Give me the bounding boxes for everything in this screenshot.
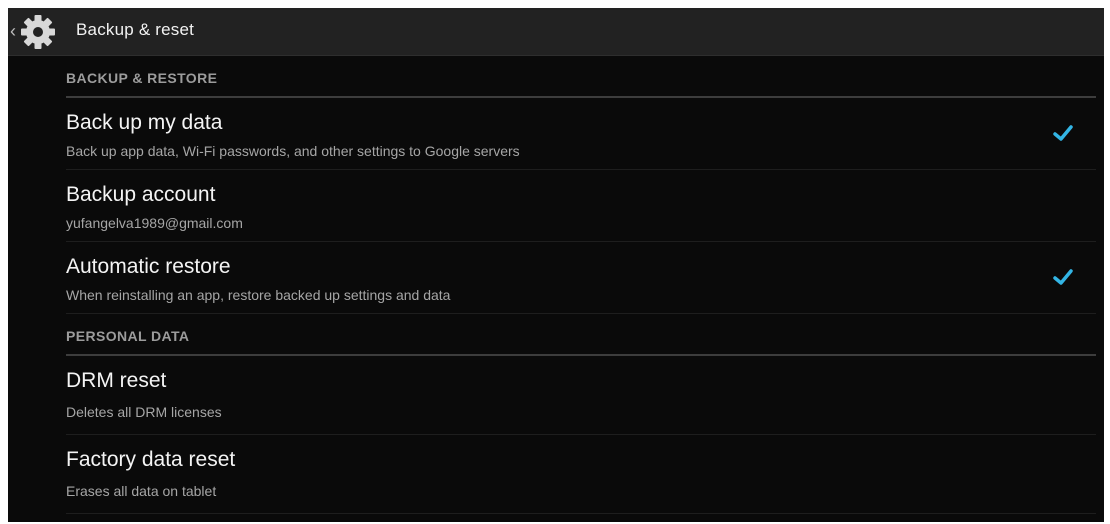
setting-summary: Deletes all DRM licenses <box>66 404 222 420</box>
section-header-backup-restore: BACKUP & RESTORE <box>66 56 1096 98</box>
settings-list: BACKUP & RESTORE Back up my data Back up… <box>66 56 1096 514</box>
setting-automatic-restore[interactable]: Automatic restore When reinstalling an a… <box>66 242 1096 314</box>
section-header-personal-data: PERSONAL DATA <box>66 314 1096 356</box>
checkmark-icon[interactable] <box>1052 266 1074 288</box>
setting-summary: Erases all data on tablet <box>66 483 217 499</box>
page-title: Backup & reset <box>76 20 195 39</box>
setting-summary: When reinstalling an app, restore backed… <box>66 287 451 303</box>
setting-title: Backup account <box>66 183 216 206</box>
setting-drm-reset[interactable]: DRM reset Deletes all DRM licenses <box>66 356 1096 435</box>
settings-screen: ‹ Backup & reset BACKUP & RESTORE Back u… <box>8 8 1104 522</box>
gear-icon[interactable] <box>18 14 58 50</box>
setting-backup-account[interactable]: Backup account yufangelva1989@gmail.com <box>66 170 1096 242</box>
section-header-label: BACKUP & RESTORE <box>66 70 218 86</box>
action-bar: ‹ Backup & reset <box>8 8 1104 56</box>
section-header-label: PERSONAL DATA <box>66 328 190 344</box>
setting-title: Automatic restore <box>66 255 231 278</box>
setting-title: Back up my data <box>66 111 223 134</box>
setting-title: DRM reset <box>66 369 167 392</box>
checkmark-icon[interactable] <box>1052 122 1074 144</box>
setting-summary: yufangelva1989@gmail.com <box>66 215 243 231</box>
setting-summary: Back up app data, Wi-Fi passwords, and o… <box>66 143 520 159</box>
setting-title: Factory data reset <box>66 448 236 471</box>
setting-back-up-my-data[interactable]: Back up my data Back up app data, Wi-Fi … <box>66 98 1096 170</box>
setting-factory-data-reset[interactable]: Factory data reset Erases all data on ta… <box>66 435 1096 514</box>
